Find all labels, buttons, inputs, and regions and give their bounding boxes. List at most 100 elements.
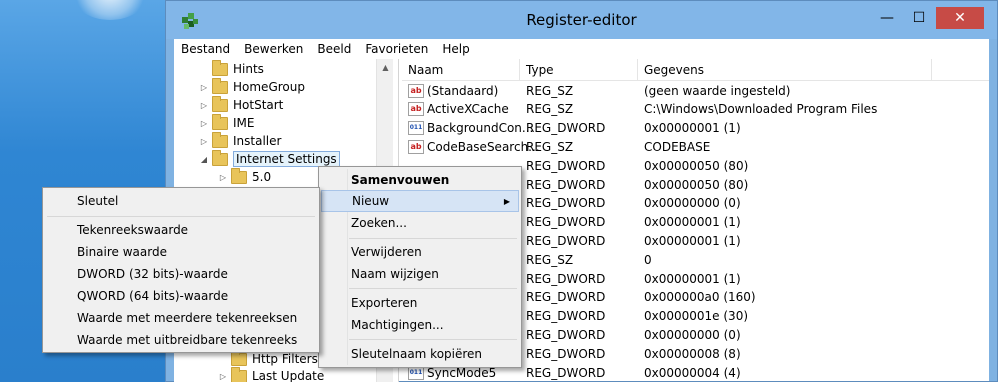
table-row[interactable]: ab ActiveXCache REG_SZ C:\Windows\Downloade…	[402, 100, 989, 119]
column-header-type[interactable]: Type	[520, 59, 638, 81]
menu-bewerken[interactable]: Bewerken	[237, 42, 310, 56]
menu-beeld[interactable]: Beeld	[310, 42, 358, 56]
tree-item-label: 5.0	[252, 170, 272, 184]
cell-data: CODEBASE	[644, 139, 711, 154]
cell-data: 0x00000050 (80)	[644, 177, 749, 192]
value-name: BackgroundCon...	[427, 121, 534, 136]
submenu-item-binary-value[interactable]: Binaire waarde	[45, 241, 317, 263]
context-menu: Samenvouwen Nieuw ▶ Zoeken... Verwijdere…	[318, 166, 522, 368]
tree-expander[interactable]: ▷	[199, 119, 209, 128]
tree-item-label: Http Filters	[252, 352, 318, 366]
folder-icon	[212, 95, 228, 112]
menu-item-find[interactable]: Zoeken...	[321, 212, 519, 234]
minimize-button[interactable]: —	[872, 7, 902, 29]
value-name: CodeBaseSearch...	[427, 139, 540, 154]
tree-item[interactable]: ▷ HomeGroup	[199, 77, 305, 96]
cell-type: REG_DWORD	[526, 290, 606, 305]
tree-expander[interactable]: ◢	[199, 155, 209, 164]
submenu-item-multi-string-value[interactable]: Waarde met meerdere tekenreeksen	[45, 307, 317, 329]
cell-type: REG_DWORD	[526, 196, 606, 211]
cell-name: ab CodeBaseSearch...	[408, 137, 540, 156]
tree-item-label: Internet Settings	[233, 151, 340, 167]
table-row[interactable]: ab CodeBaseSearch... REG_SZ CODEBASE	[402, 137, 989, 156]
scroll-up-icon[interactable]: ▲	[377, 59, 394, 76]
menu-separator	[349, 238, 517, 239]
cell-data: 0	[644, 252, 652, 267]
menu-item-collapse[interactable]: Samenvouwen	[321, 169, 519, 191]
column-header-name[interactable]: Naam	[402, 59, 520, 81]
submenu-item-key[interactable]: Sleutel	[45, 190, 317, 212]
tree-item-label: Hints	[233, 62, 264, 76]
submenu-item-qword-value[interactable]: QWORD (64 bits)-waarde	[45, 285, 317, 307]
dword-value-icon: 011	[408, 121, 424, 136]
cell-type: REG_DWORD	[526, 121, 606, 136]
cell-type: REG_SZ	[526, 139, 574, 154]
tree-item-label: HotStart	[233, 98, 284, 112]
table-row[interactable]: ab (Standaard) REG_SZ (geen waarde ingestel…	[402, 81, 989, 100]
cell-data: 0x00000004 (4)	[644, 365, 741, 380]
cell-data: (geen waarde ingesteld)	[644, 83, 791, 98]
cell-name: ab (Standaard)	[408, 81, 498, 100]
submenu-item-expandable-string-value[interactable]: Waarde met uitbreidbare tekenreeks	[45, 329, 317, 351]
menu-item-new[interactable]: Nieuw ▶	[321, 190, 519, 212]
column-header-data[interactable]: Gegevens	[638, 59, 932, 81]
menu-item-delete[interactable]: Verwijderen	[321, 241, 519, 263]
submenu-item-dword-value[interactable]: DWORD (32 bits)-waarde	[45, 263, 317, 285]
tree-item[interactable]: ▷ Installer	[199, 131, 281, 150]
title-bar[interactable]: Register-editor — ☐ ✕	[166, 1, 997, 39]
menu-favorieten[interactable]: Favorieten	[358, 42, 435, 56]
list-header: Naam Type Gegevens	[402, 59, 989, 81]
close-button[interactable]: ✕	[936, 7, 984, 29]
string-value-icon: ab	[408, 102, 424, 117]
tree-item[interactable]: ▷ 5.0	[218, 167, 272, 186]
cell-type: REG_DWORD	[526, 346, 606, 361]
menu-separator	[349, 288, 517, 289]
submenu-item-string-value[interactable]: Tekenreekswaarde	[45, 219, 317, 241]
cell-type: REG_DWORD	[526, 309, 606, 324]
menu-bar: Bestand Bewerken Beeld Favorieten Help	[174, 39, 989, 59]
tree-expander[interactable]: ▷	[218, 173, 228, 182]
cell-data: C:\Windows\Downloaded Program Files	[644, 102, 878, 117]
string-value-icon: ab	[408, 139, 424, 154]
cell-type: REG_DWORD	[526, 158, 606, 173]
menu-item-rename[interactable]: Naam wijzigen	[321, 263, 519, 285]
cell-type: REG_DWORD	[526, 215, 606, 230]
maximize-button[interactable]: ☐	[904, 7, 934, 29]
tree-item[interactable]: Hints	[199, 59, 264, 78]
menu-bestand[interactable]: Bestand	[174, 42, 237, 56]
tree-expander[interactable]: ▷	[199, 137, 209, 146]
tree-item[interactable]: ▷ IME	[199, 113, 254, 132]
tree-expander[interactable]: ▷	[199, 101, 209, 110]
cell-type: REG_DWORD	[526, 365, 606, 380]
cell-type: REG_DWORD	[526, 233, 606, 248]
folder-icon	[231, 167, 247, 184]
cell-type: REG_SZ	[526, 83, 574, 98]
cell-data: 0x00000008 (8)	[644, 346, 741, 361]
cell-data: 0x00000000 (0)	[644, 196, 741, 211]
cell-data: 0x00000001 (1)	[644, 121, 741, 136]
cell-name: 011 BackgroundCon...	[408, 119, 533, 138]
value-name: (Standaard)	[427, 83, 499, 98]
tree-expander[interactable]: ▷	[199, 83, 209, 92]
menu-separator	[47, 216, 315, 217]
cell-data: 0x0000001e (30)	[644, 309, 749, 324]
menu-item-new-label: Nieuw	[352, 194, 390, 208]
folder-open-icon	[212, 149, 228, 166]
value-name: ActiveXCache	[427, 102, 509, 117]
tree-item-label: HomeGroup	[233, 80, 305, 94]
folder-icon	[212, 131, 228, 148]
table-row[interactable]: 011 BackgroundCon... REG_DWORD 0x00000001 (…	[402, 119, 989, 138]
tree-expander[interactable]: ▷	[218, 372, 228, 381]
folder-icon	[212, 59, 228, 76]
menu-item-permissions[interactable]: Machtigingen...	[321, 314, 519, 336]
folder-icon	[212, 113, 228, 130]
submenu-arrow-icon: ▶	[503, 196, 510, 206]
tree-item[interactable]: ▷ HotStart	[199, 95, 284, 114]
menu-help[interactable]: Help	[435, 42, 476, 56]
menu-item-export[interactable]: Exporteren	[321, 292, 519, 314]
cell-type: REG_SZ	[526, 102, 574, 117]
tree-item[interactable]: ▷ Last Update	[218, 366, 324, 382]
menu-item-copy-key-name[interactable]: Sleutelnaam kopiëren	[321, 343, 519, 365]
folder-icon	[231, 349, 247, 366]
cell-type: REG_DWORD	[526, 327, 606, 342]
